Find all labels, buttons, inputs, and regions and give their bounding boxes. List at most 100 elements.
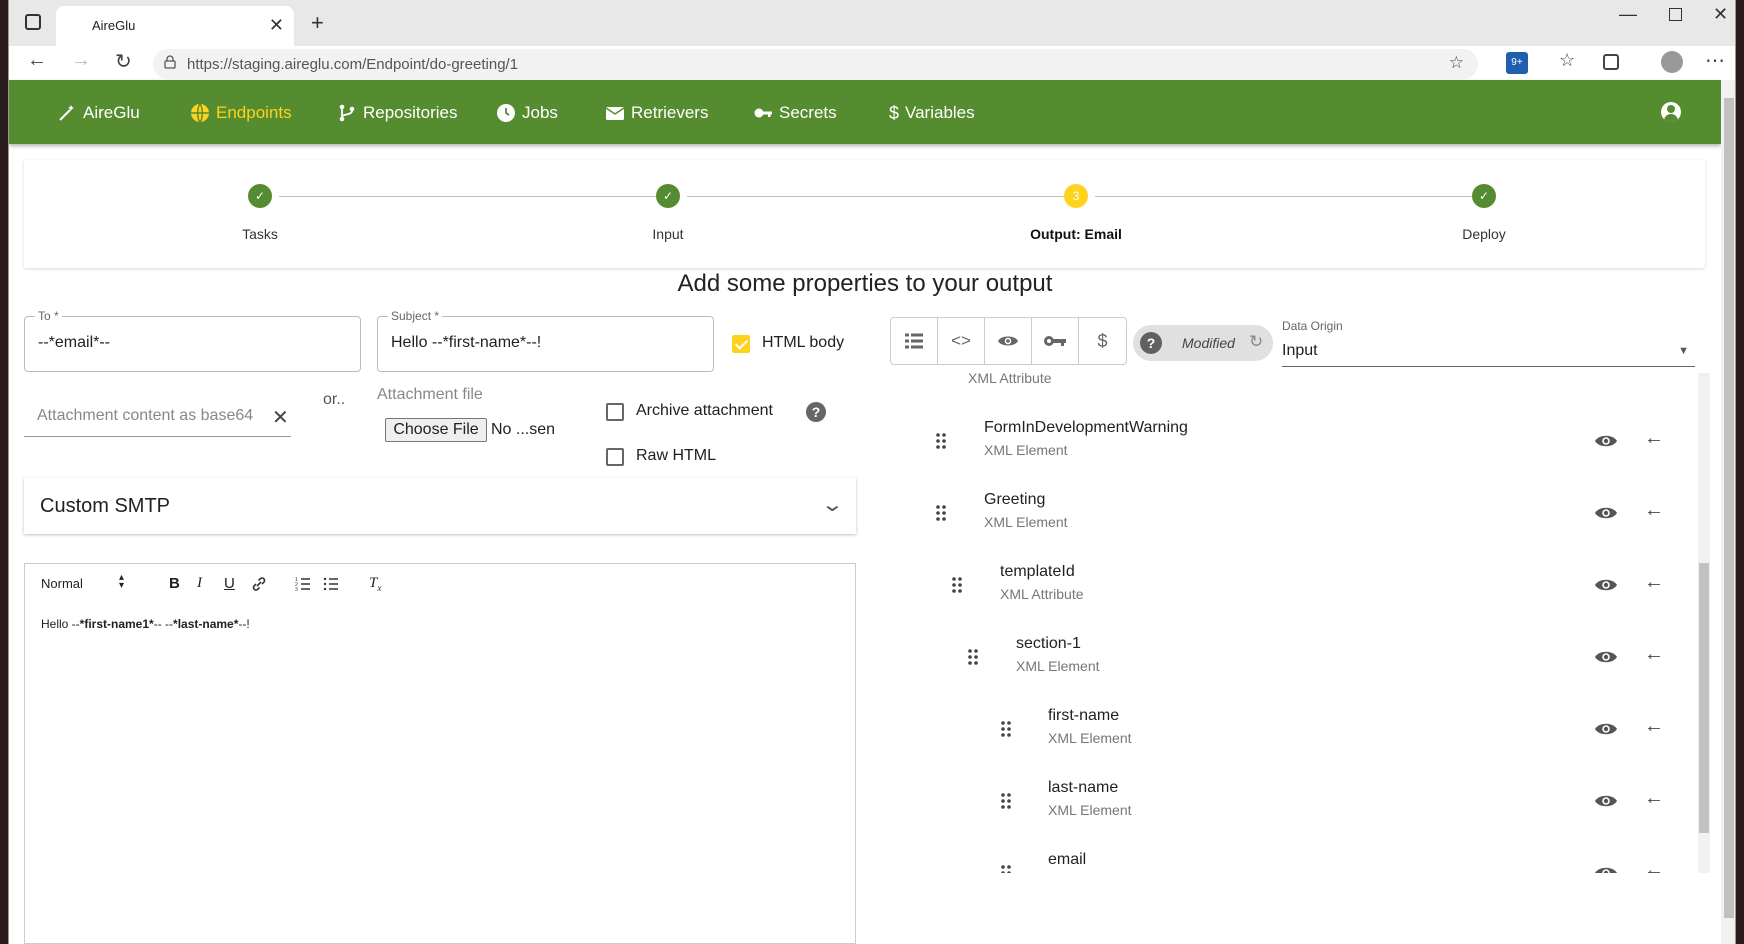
close-window-icon[interactable]: ✕ <box>1713 4 1728 25</box>
choose-file-button[interactable]: Choose File <box>385 418 487 442</box>
brand-label: AireGlu <box>83 103 140 122</box>
eye-icon[interactable] <box>1594 577 1618 593</box>
clear-format-icon[interactable]: Tx <box>369 575 381 593</box>
menu-icon[interactable]: ⋯ <box>1705 48 1725 73</box>
format-select[interactable]: Normal ▴ ▾ <box>41 573 124 592</box>
eye-icon[interactable] <box>1594 433 1618 449</box>
nav-retrievers-label: Retrievers <box>631 103 709 122</box>
tree-row[interactable]: section-1 XML Element ← <box>874 627 1696 687</box>
email-body-editor[interactable]: Hello --*first-name1*-- --*last-name*--! <box>24 604 856 944</box>
nav-variables[interactable]: $ Variables <box>889 102 975 124</box>
tree-row[interactable]: Greeting XML Element ← <box>874 483 1696 543</box>
chevron-down-icon[interactable]: ⌄ <box>821 492 844 517</box>
maximize-icon[interactable] <box>1669 8 1682 21</box>
tree-row[interactable]: first-name XML Element ← <box>874 699 1696 759</box>
italic-icon[interactable]: I <box>197 575 202 592</box>
tree-row[interactable]: templateId XML Attribute ← <box>874 555 1696 615</box>
eye-icon[interactable] <box>1594 865 1618 873</box>
drag-handle-icon[interactable] <box>999 863 1013 873</box>
subject-field[interactable]: Subject * Hello --*first-name*--! <box>377 309 714 372</box>
step-deploy[interactable]: ✓ Deploy <box>1384 184 1584 242</box>
reload-icon[interactable]: ↻ <box>115 49 132 74</box>
body-text-bold: *first-name1* <box>79 617 154 631</box>
tree-name: section-1 <box>1016 635 1081 652</box>
nav-secrets[interactable]: Secrets <box>753 102 837 124</box>
nav-secrets-label: Secrets <box>779 103 837 122</box>
url-field[interactable]: https://staging.aireglu.com/Endpoint/do-… <box>153 49 1478 79</box>
profile-icon[interactable] <box>1661 51 1683 73</box>
tab-actions-icon[interactable] <box>25 14 41 30</box>
tree-row[interactable]: email ← <box>874 843 1696 873</box>
collections-icon[interactable] <box>1603 54 1619 70</box>
arrow-left-icon[interactable]: ← <box>1644 715 1664 738</box>
eye-icon[interactable] <box>1594 793 1618 809</box>
refresh-icon[interactable]: ↻ <box>1249 332 1263 352</box>
nav-endpoints[interactable]: Endpoints <box>190 102 292 124</box>
secrets-button[interactable] <box>1032 318 1079 364</box>
address-bar: ← → ↻ https://staging.aireglu.com/Endpoi… <box>9 46 1735 80</box>
extension-icon[interactable]: 9+ <box>1506 52 1528 74</box>
account-icon[interactable] <box>1661 102 1681 122</box>
variables-button[interactable]: $ <box>1079 318 1126 364</box>
clear-icon[interactable]: ✕ <box>272 405 289 430</box>
forward-icon[interactable]: → <box>71 49 91 72</box>
html-body-checkbox[interactable] <box>732 335 750 353</box>
arrow-left-icon[interactable]: ← <box>1644 787 1664 810</box>
favorites-icon[interactable]: ☆ <box>1559 50 1575 71</box>
dollar-icon: $ <box>1097 330 1108 351</box>
close-tab-icon[interactable]: ✕ <box>269 15 284 36</box>
drag-handle-icon[interactable] <box>934 431 948 451</box>
branch-icon <box>339 104 355 122</box>
envelope-icon <box>605 107 625 120</box>
minimize-icon[interactable]: — <box>1619 4 1637 25</box>
brand[interactable]: AireGlu <box>57 102 140 124</box>
arrow-left-icon[interactable]: ← <box>1644 571 1664 594</box>
page-scrollbar-thumb[interactable] <box>1724 98 1734 918</box>
drag-handle-icon[interactable] <box>950 575 964 595</box>
back-icon[interactable]: ← <box>27 49 47 72</box>
to-field[interactable]: To * --*email*-- <box>24 309 361 372</box>
tree-scrollbar-thumb[interactable] <box>1699 563 1709 833</box>
tree-scrollbar[interactable] <box>1698 373 1710 873</box>
underline-icon[interactable]: U <box>224 575 235 592</box>
drag-handle-icon[interactable] <box>934 503 948 523</box>
tree-row[interactable]: last-name XML Element ← <box>874 771 1696 831</box>
archive-attachment-checkbox[interactable] <box>606 403 624 421</box>
data-origin-select[interactable]: Input ▼ <box>1282 335 1695 367</box>
link-icon[interactable] <box>251 576 267 592</box>
eye-icon[interactable] <box>1594 649 1618 665</box>
code-view-button[interactable]: <> <box>938 318 985 364</box>
new-tab-icon[interactable]: + <box>311 10 324 36</box>
step-input[interactable]: ✓ Input <box>568 184 768 242</box>
arrow-left-icon[interactable]: ← <box>1644 499 1664 522</box>
bullet-list-icon[interactable] <box>323 576 339 592</box>
list-view-button[interactable] <box>891 318 938 364</box>
page-scrollbar[interactable] <box>1721 80 1735 944</box>
eye-icon[interactable] <box>1594 721 1618 737</box>
modified-chip[interactable]: ? Modified ↻ <box>1133 325 1273 361</box>
help-icon[interactable]: ? <box>1140 332 1162 354</box>
preview-button[interactable] <box>985 318 1032 364</box>
nav-jobs[interactable]: Jobs <box>496 102 558 124</box>
modified-label: Modified <box>1182 335 1235 351</box>
raw-html-checkbox[interactable] <box>606 448 624 466</box>
drag-handle-icon[interactable] <box>966 647 980 667</box>
help-icon[interactable]: ? <box>806 402 826 422</box>
attachment-base64-field[interactable]: Attachment content as base64 ✕ <box>24 395 291 437</box>
step-output-email[interactable]: 3 Output: Email <box>976 184 1176 242</box>
arrow-left-icon[interactable]: ← <box>1644 859 1664 873</box>
favorite-add-icon[interactable]: ☆ <box>1449 53 1464 73</box>
step-tasks[interactable]: ✓ Tasks <box>160 184 360 242</box>
eye-icon[interactable] <box>1594 505 1618 521</box>
custom-smtp-panel[interactable]: Custom SMTP ⌄ <box>24 478 856 534</box>
drag-handle-icon[interactable] <box>999 791 1013 811</box>
drag-handle-icon[interactable] <box>999 719 1013 739</box>
arrow-left-icon[interactable]: ← <box>1644 427 1664 450</box>
nav-retrievers[interactable]: Retrievers <box>605 102 708 124</box>
tree-row[interactable]: FormInDevelopmentWarning XML Element ← <box>874 411 1696 471</box>
nav-repositories[interactable]: Repositories <box>337 102 458 124</box>
bold-icon[interactable]: B <box>169 575 180 592</box>
ordered-list-icon[interactable]: 123 <box>295 576 311 592</box>
browser-tab[interactable]: AireGlu ✕ <box>56 6 294 46</box>
arrow-left-icon[interactable]: ← <box>1644 643 1664 666</box>
